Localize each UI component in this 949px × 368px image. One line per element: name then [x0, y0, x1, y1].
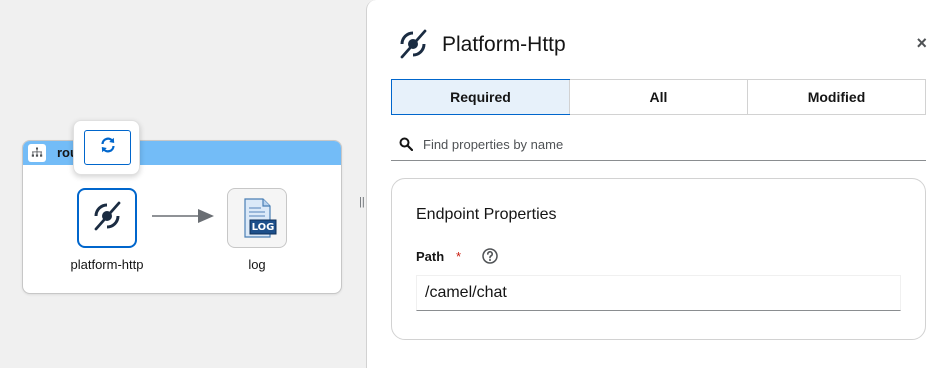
edge-arrow	[152, 209, 214, 223]
node-toolbar	[73, 120, 140, 175]
platform-http-label: platform-http	[70, 257, 144, 272]
tab-required[interactable]: Required	[391, 79, 570, 115]
design-canvas[interactable]: rou platform-http LOG log	[0, 0, 356, 368]
path-field-label: Path	[416, 249, 445, 264]
panel-splitter[interactable]	[356, 0, 366, 368]
search-input[interactable]	[423, 136, 903, 152]
tab-modified[interactable]: Modified	[747, 80, 925, 114]
platform-http-icon	[89, 198, 125, 239]
route-hierarchy-icon	[28, 144, 46, 162]
help-icon[interactable]	[481, 247, 499, 265]
required-indicator: *	[456, 249, 462, 264]
properties-panel: Platform-Http × Required All Modified En…	[366, 0, 949, 368]
log-badge: LOG	[251, 221, 275, 233]
log-node[interactable]: LOG	[227, 188, 287, 248]
endpoint-properties-card: Endpoint Properties Path *	[391, 178, 926, 340]
tab-all[interactable]: All	[569, 80, 747, 114]
refresh-icon	[99, 136, 117, 159]
section-title: Endpoint Properties	[416, 206, 557, 223]
panel-title: Platform-Http	[442, 33, 566, 56]
property-search	[391, 128, 926, 161]
platform-http-node[interactable]	[77, 188, 137, 248]
close-icon[interactable]: ×	[916, 33, 927, 54]
refresh-button[interactable]	[84, 130, 131, 165]
splitter-grip-icon[interactable]: ||	[359, 196, 365, 208]
log-label: log	[248, 257, 266, 272]
route-header[interactable]: rou	[23, 141, 341, 165]
path-input[interactable]	[416, 275, 901, 311]
log-icon: LOG	[235, 196, 279, 240]
search-icon	[399, 137, 414, 152]
property-filter-tabs: Required All Modified	[391, 79, 926, 115]
platform-http-icon	[395, 26, 431, 62]
